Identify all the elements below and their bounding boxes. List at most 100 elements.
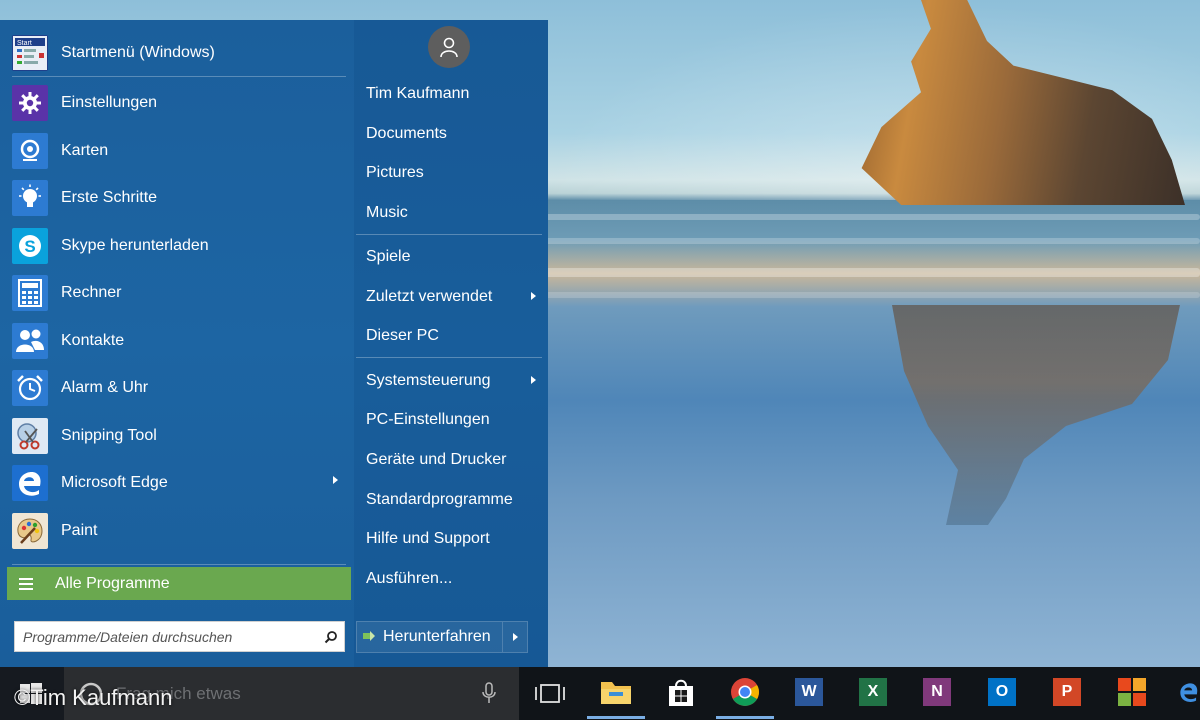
pinned-startmenu-windows[interactable]: Start Startmenü (Windows) — [12, 34, 348, 72]
link-spiele[interactable]: Spiele — [366, 248, 410, 266]
calculator-icon — [12, 275, 48, 311]
all-programs-label: Alle Programme — [55, 574, 170, 592]
divider — [12, 564, 346, 565]
task-view-icon[interactable] — [534, 679, 566, 709]
app-label: Karten — [61, 142, 109, 159]
app-item-rechner[interactable]: Rechner — [12, 274, 348, 312]
link-pictures[interactable]: Pictures — [366, 164, 424, 182]
taskbar-onenote[interactable]: N — [920, 675, 955, 709]
app-item-kontakte[interactable]: Kontakte — [12, 322, 348, 360]
svg-text:S: S — [24, 237, 35, 256]
powerpoint-icon: P — [1053, 678, 1085, 706]
submenu-arrow-icon — [531, 292, 536, 300]
taskbar-excel[interactable]: X — [856, 675, 891, 709]
start-menu-right-pane: Tim Kaufmann Documents Pictures Music Sp… — [354, 20, 548, 667]
link-systemsteuerung[interactable]: Systemsteuerung — [366, 372, 541, 390]
app-item-erste-schritte[interactable]: Erste Schritte — [12, 179, 348, 217]
store-bag-icon — [669, 679, 693, 706]
shutdown-button[interactable]: Herunterfahren — [357, 622, 502, 652]
rock-reflection — [892, 305, 1180, 525]
edge-icon — [12, 465, 48, 501]
app-label: Snipping Tool — [61, 427, 157, 444]
wave — [540, 292, 1200, 298]
submenu-arrow-icon — [333, 476, 338, 484]
link-label: Zuletzt verwendet — [366, 288, 493, 305]
submenu-arrow-icon — [531, 376, 536, 384]
shutdown-control: Herunterfahren — [356, 621, 528, 653]
shutdown-icon — [363, 628, 375, 646]
start-menu-tile-icon: Start — [12, 35, 48, 71]
app-item-paint[interactable]: Paint — [12, 512, 348, 550]
divider — [12, 76, 346, 77]
taskbar-chrome[interactable] — [716, 675, 774, 719]
gear-icon — [12, 85, 48, 121]
link-label: Systemsteuerung — [366, 372, 491, 389]
shutdown-options-button[interactable] — [502, 622, 527, 652]
app-item-alarm-uhr[interactable]: Alarm & Uhr — [12, 369, 348, 407]
wave — [540, 268, 1200, 277]
chevron-right-icon — [512, 633, 518, 641]
folder-icon — [601, 682, 631, 704]
link-user-name[interactable]: Tim Kaufmann — [366, 85, 469, 103]
link-documents[interactable]: Documents — [366, 125, 447, 143]
link-dieser-pc[interactable]: Dieser PC — [366, 327, 439, 345]
taskbar-powerpoint[interactable]: P — [1050, 675, 1085, 709]
link-music[interactable]: Music — [366, 204, 408, 222]
link-zuletzt-verwendet[interactable]: Zuletzt verwendet — [366, 288, 541, 306]
taskbar-word[interactable]: W — [792, 675, 827, 709]
search-icon[interactable] — [318, 630, 344, 644]
shutdown-label: Herunterfahren — [383, 628, 491, 645]
alarm-clock-icon — [12, 370, 48, 406]
onenote-icon: N — [923, 678, 955, 706]
windows-tiles-icon — [1118, 678, 1146, 706]
taskbar-windows-tiles[interactable] — [1115, 675, 1149, 709]
wave — [540, 214, 1200, 220]
link-pc-einstellungen[interactable]: PC-Einstellungen — [366, 411, 490, 429]
taskbar-edge[interactable] — [1178, 675, 1200, 709]
link-geraete-und-drucker[interactable]: Geräte und Drucker — [366, 451, 507, 469]
app-label: Rechner — [61, 284, 122, 301]
app-item-snipping-tool[interactable]: Snipping Tool — [12, 417, 348, 455]
divider — [356, 357, 542, 358]
contacts-icon — [12, 323, 48, 359]
user-avatar-icon[interactable] — [428, 26, 470, 68]
maps-pin-icon — [12, 133, 48, 169]
copyright-watermark: ©Tim Kaufmann — [14, 685, 173, 710]
taskbar-store[interactable] — [664, 675, 698, 709]
app-label: Alarm & Uhr — [61, 379, 149, 396]
start-menu-left-pane: Start Startmenü (Windows) Einstellungen … — [0, 20, 354, 667]
link-ausfuehren[interactable]: Ausführen... — [366, 570, 452, 588]
taskbar: Frag mich etwas W X N O P — [0, 667, 1200, 720]
svg-text:Start: Start — [17, 40, 32, 47]
scissors-icon — [12, 418, 48, 454]
microphone-icon[interactable] — [482, 682, 496, 704]
program-search-input[interactable] — [15, 622, 318, 651]
app-item-karten[interactable]: Karten — [12, 132, 348, 170]
word-icon: W — [795, 678, 827, 706]
program-search-box — [14, 621, 345, 652]
outlook-icon: O — [988, 678, 1020, 706]
palette-icon — [12, 513, 48, 549]
link-hilfe-und-support[interactable]: Hilfe und Support — [366, 530, 490, 548]
app-label: Paint — [61, 522, 98, 539]
app-label: Skype herunterladen — [61, 237, 209, 254]
app-item-skype[interactable]: S Skype herunterladen — [12, 227, 348, 265]
app-label: Erste Schritte — [61, 189, 158, 206]
chrome-icon — [731, 678, 759, 706]
all-programs-button[interactable]: Alle Programme — [7, 567, 351, 600]
lightbulb-icon — [12, 180, 48, 216]
wave — [540, 238, 1200, 244]
divider — [356, 234, 542, 235]
app-item-einstellungen[interactable]: Einstellungen — [12, 84, 348, 122]
app-label: Einstellungen — [61, 94, 158, 111]
list-icon — [19, 577, 33, 590]
taskbar-file-explorer[interactable] — [587, 675, 645, 719]
app-label: Kontakte — [61, 332, 125, 349]
taskbar-outlook[interactable]: O — [985, 675, 1020, 709]
pinned-label: Startmenü (Windows) — [61, 44, 215, 61]
link-standardprogramme[interactable]: Standardprogramme — [366, 491, 513, 509]
skype-icon: S — [12, 228, 48, 264]
app-item-microsoft-edge[interactable]: Microsoft Edge — [12, 464, 348, 502]
excel-icon: X — [859, 678, 891, 706]
app-label: Microsoft Edge — [61, 474, 168, 491]
